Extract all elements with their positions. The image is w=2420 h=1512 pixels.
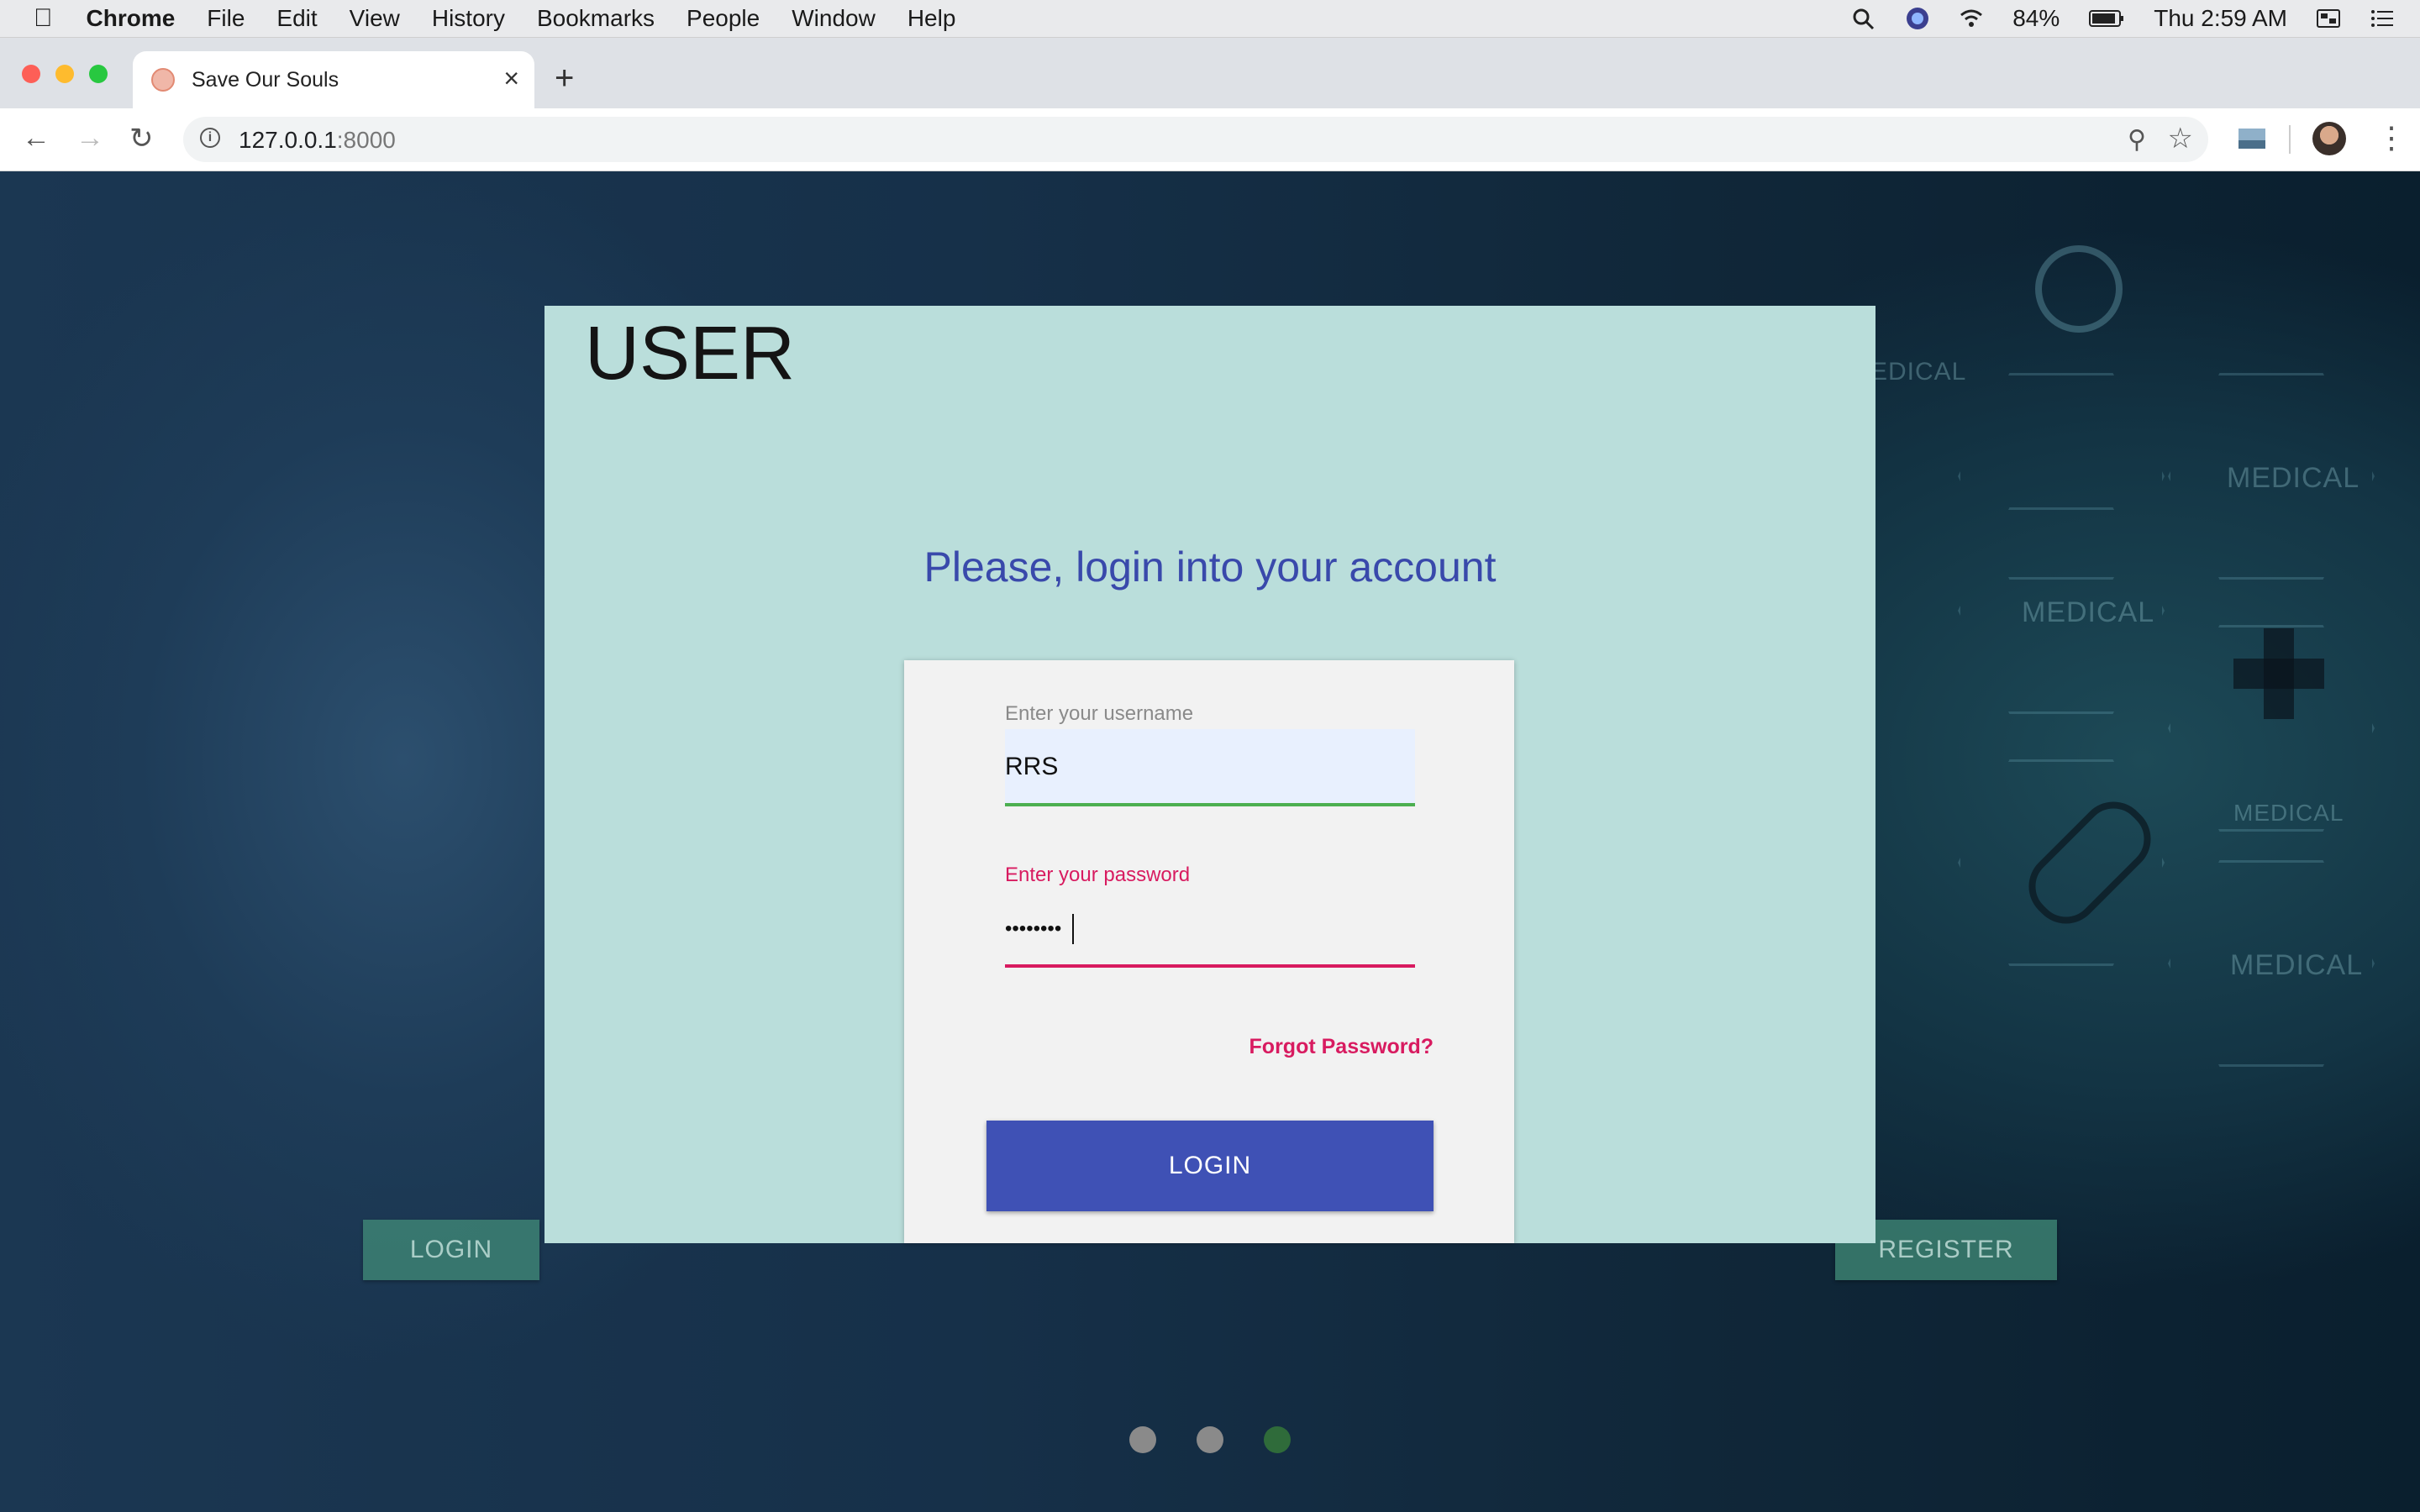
site-favicon-icon	[151, 68, 175, 92]
back-arrow-icon[interactable]: ←	[22, 122, 50, 155]
page-background: MEDICAL MEDICAL MEDICAL MEDICAL MEDICAL …	[0, 171, 2420, 1512]
username-value: RRS	[1005, 753, 1059, 780]
wifi-icon[interactable]	[1959, 7, 1984, 30]
menu-history[interactable]: History	[432, 5, 505, 32]
address-bar[interactable]: i 127.0.0.1:8000 ⚲ ☆	[183, 117, 2208, 162]
browser-toolbar: ← → ↻ i 127.0.0.1:8000 ⚲ ☆ ⋮	[0, 108, 2420, 171]
forward-arrow-icon[interactable]: →	[76, 122, 104, 155]
address-url: 127.0.0.1:8000	[239, 127, 396, 154]
background-medical-text: MEDICAL	[2230, 949, 2364, 981]
menu-edit[interactable]: Edit	[276, 5, 317, 32]
menubar-clock[interactable]: Thu 2:59 AM	[2154, 5, 2287, 32]
site-info-icon[interactable]: i	[200, 128, 220, 148]
window-minimize-button[interactable]	[55, 65, 74, 83]
url-port: :8000	[336, 127, 396, 153]
carousel-dot-3-active[interactable]	[1264, 1426, 1291, 1453]
extension-icon[interactable]	[2237, 123, 2267, 154]
battery-icon[interactable]	[2088, 7, 2125, 30]
notification-center-icon[interactable]	[2370, 7, 2395, 30]
password-key-icon[interactable]: ⚲	[2128, 125, 2146, 155]
siri-icon[interactable]	[1905, 7, 1930, 30]
background-medical-text: MEDICAL	[2022, 596, 2155, 628]
profile-avatar[interactable]	[2312, 122, 2346, 155]
modal-title: USER	[585, 312, 796, 396]
menu-app-chrome[interactable]: Chrome	[87, 5, 176, 32]
window-close-button[interactable]	[22, 65, 40, 83]
background-circle-decoration	[2035, 245, 2123, 333]
password-value: ••••••••	[1005, 917, 1062, 940]
background-medical-text: MEDICAL	[2233, 800, 2344, 826]
menu-help[interactable]: Help	[908, 5, 956, 32]
username-input[interactable]: RRS	[1005, 729, 1415, 806]
password-label: Enter your password	[1005, 864, 1191, 886]
background-medical-text: MEDICAL	[2227, 462, 2360, 494]
bookmark-star-icon[interactable]: ☆	[2168, 122, 2193, 155]
battery-percent: 84%	[2012, 5, 2060, 31]
menu-file[interactable]: File	[207, 5, 245, 32]
menu-view[interactable]: View	[350, 5, 400, 32]
carousel-dot-2[interactable]	[1197, 1426, 1223, 1453]
password-input[interactable]: ••••••••	[1005, 890, 1415, 968]
url-host: 127.0.0.1	[239, 127, 337, 153]
menu-bookmarks[interactable]: Bookmarks	[537, 5, 655, 32]
tab-title: Save Our Souls	[192, 68, 339, 92]
apple-menu-icon[interactable]: 	[34, 4, 53, 33]
browser-tab-strip: Save Our Souls × +	[0, 38, 2420, 108]
chrome-menu-kebab-icon[interactable]: ⋮	[2376, 120, 2407, 155]
toolbar-divider	[2289, 125, 2291, 154]
background-cross-vertical	[2264, 628, 2294, 719]
tab-close-icon[interactable]: ×	[503, 63, 519, 94]
text-cursor	[1072, 914, 1074, 944]
menu-people[interactable]: People	[687, 5, 760, 32]
forgot-password-link[interactable]: Forgot Password?	[1249, 1035, 1434, 1059]
menu-window[interactable]: Window	[792, 5, 876, 32]
browser-tab-active[interactable]: Save Our Souls ×	[133, 51, 534, 108]
background-login-button[interactable]: LOGIN	[363, 1220, 539, 1280]
screen-sharing-icon[interactable]	[2316, 7, 2341, 30]
login-subtitle: Please, login into your account	[923, 543, 1497, 591]
menubar-status-area: 84% Thu 2:59 AM	[1851, 0, 2395, 37]
carousel-dot-1[interactable]	[1129, 1426, 1156, 1453]
macos-menubar:  Chrome File Edit View History Bookmark…	[0, 0, 2420, 38]
window-zoom-button[interactable]	[89, 65, 108, 83]
user-login-modal: USER Please, login into your account Ent…	[544, 306, 1876, 1243]
login-form-card: Enter your username RRS Enter your passw…	[904, 660, 1514, 1243]
login-submit-button[interactable]: LOGIN	[986, 1121, 1434, 1211]
username-label: Enter your username	[1005, 702, 1194, 725]
spotlight-search-icon[interactable]	[1851, 7, 1876, 30]
new-tab-plus-icon[interactable]: +	[555, 60, 574, 97]
reload-icon[interactable]: ↻	[129, 122, 154, 155]
